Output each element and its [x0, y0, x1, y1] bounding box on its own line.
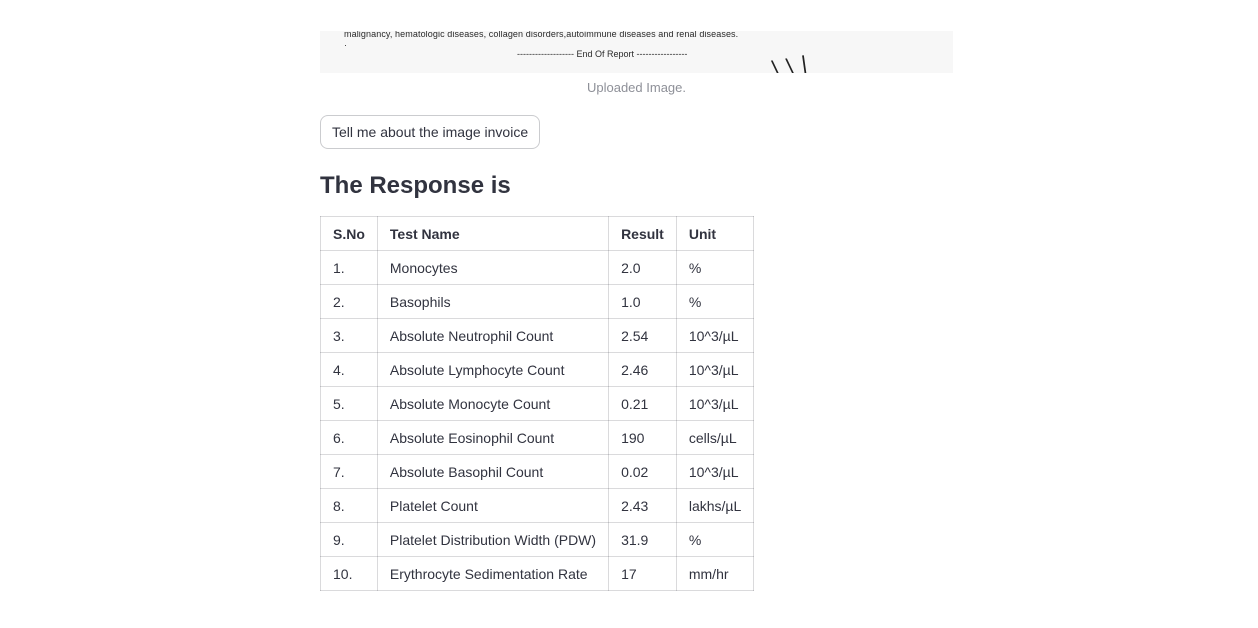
cell-sno: 3. [320, 318, 378, 353]
cell-test-name: Absolute Basophil Count [376, 454, 610, 489]
cell-result: 17 [608, 556, 677, 591]
cell-sno: 5. [320, 386, 378, 421]
report-dot: · [344, 40, 347, 50]
cell-result: 2.54 [608, 318, 677, 353]
table-row: 1. Monocytes 2.0 % [320, 250, 755, 285]
cell-result: 0.21 [608, 386, 677, 421]
table-row: 4. Absolute Lymphocyte Count 2.46 10^3/µ… [320, 352, 755, 387]
cell-test-name: Basophils [376, 284, 610, 319]
cell-result: 31.9 [608, 522, 677, 557]
cell-test-name: Erythrocyte Sedimentation Rate [376, 556, 610, 591]
column-header-test-name: Test Name [376, 216, 610, 251]
table-header-row: S.No Test Name Result Unit [320, 216, 755, 251]
cell-sno: 2. [320, 284, 378, 319]
table-row: 10. Erythrocyte Sedimentation Rate 17 mm… [320, 556, 755, 591]
cell-unit: lakhs/µL [675, 488, 755, 523]
cell-sno: 7. [320, 454, 378, 489]
cell-result: 2.43 [608, 488, 677, 523]
cell-unit: 10^3/µL [675, 352, 755, 387]
cell-unit: 10^3/µL [675, 318, 755, 353]
table-row: 9. Platelet Distribution Width (PDW) 31.… [320, 522, 755, 557]
cell-sno: 10. [320, 556, 378, 591]
column-header-result: Result [608, 216, 677, 251]
end-of-report-line: ------------------- End Of Report ------… [517, 49, 688, 59]
cell-test-name: Platelet Count [376, 488, 610, 523]
column-header-sno: S.No [320, 216, 378, 251]
cell-sno: 9. [320, 522, 378, 557]
table-row: 3. Absolute Neutrophil Count 2.54 10^3/µ… [320, 318, 755, 353]
image-caption: Uploaded Image. [586, 80, 686, 95]
report-text-line: malignancy, hematologic diseases, collag… [344, 31, 739, 39]
response-heading: The Response is [320, 172, 511, 199]
table-row: 5. Absolute Monocyte Count 0.21 10^3/µL [320, 386, 755, 421]
handwritten-mark: \ \ | [770, 52, 810, 73]
cell-unit: mm/hr [675, 556, 755, 591]
cell-result: 190 [608, 420, 677, 455]
cell-unit: 10^3/µL [675, 386, 755, 421]
cell-result: 1.0 [608, 284, 677, 319]
column-header-unit: Unit [675, 216, 755, 251]
table-row: 2. Basophils 1.0 % [320, 284, 755, 319]
results-table: S.No Test Name Result Unit 1. Monocytes … [320, 216, 755, 591]
table-row: 6. Absolute Eosinophil Count 190 cells/µ… [320, 420, 755, 455]
cell-sno: 6. [320, 420, 378, 455]
cell-test-name: Absolute Lymphocyte Count [376, 352, 610, 387]
cell-test-name: Platelet Distribution Width (PDW) [376, 522, 610, 557]
cell-test-name: Absolute Eosinophil Count [376, 420, 610, 455]
cell-unit: 10^3/µL [675, 454, 755, 489]
ask-about-invoice-button[interactable]: Tell me about the image invoice [320, 115, 541, 149]
cell-unit: cells/µL [675, 420, 755, 455]
cell-result: 2.0 [608, 250, 677, 285]
uploaded-image: malignancy, hematologic diseases, collag… [320, 31, 953, 73]
cell-sno: 8. [320, 488, 378, 523]
cell-test-name: Monocytes [376, 250, 610, 285]
table-row: 7. Absolute Basophil Count 0.02 10^3/µL [320, 454, 755, 489]
cell-result: 2.46 [608, 352, 677, 387]
main-content: malignancy, hematologic diseases, collag… [0, 0, 1258, 628]
cell-unit: % [675, 250, 755, 285]
cell-test-name: Absolute Neutrophil Count [376, 318, 610, 353]
cell-unit: % [675, 284, 755, 319]
cell-result: 0.02 [608, 454, 677, 489]
cell-unit: % [675, 522, 755, 557]
cell-sno: 4. [320, 352, 378, 387]
cell-test-name: Absolute Monocyte Count [376, 386, 610, 421]
table-row: 8. Platelet Count 2.43 lakhs/µL [320, 488, 755, 523]
cell-sno: 1. [320, 250, 378, 285]
